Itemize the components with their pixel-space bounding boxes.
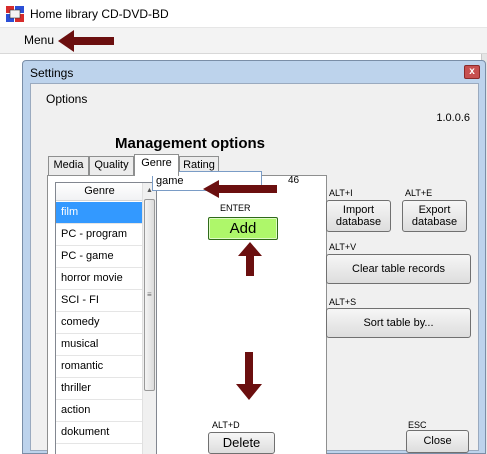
- clear-table-button[interactable]: Clear table records: [326, 254, 471, 284]
- genre-list[interactable]: Genre film PC - program PC - game horror…: [55, 182, 157, 454]
- dialog-titlebar[interactable]: Settings x: [23, 61, 485, 83]
- clear-hotkey-label: ALT+V: [329, 242, 357, 252]
- list-item[interactable]: comedy: [56, 312, 144, 334]
- app-titlebar: Home library CD-DVD-BD: [0, 0, 487, 28]
- app-logo-icon: [6, 6, 24, 22]
- export-button-label-line2: database: [411, 216, 458, 228]
- arrow-icon: [58, 30, 114, 52]
- arrow-icon: [238, 242, 262, 276]
- arrow-icon: [236, 352, 262, 400]
- genre-count: 46: [288, 175, 300, 186]
- sort-hotkey-label: ALT+S: [329, 297, 357, 307]
- add-button[interactable]: Add: [208, 217, 278, 240]
- list-scrollbar[interactable]: ▲ ≡: [142, 183, 156, 454]
- menu-item[interactable]: Menu: [22, 33, 56, 47]
- version-label: 1.0.0.6: [436, 112, 470, 124]
- list-item[interactable]: thriller: [56, 378, 144, 400]
- options-menu[interactable]: Options: [46, 92, 87, 106]
- tab-panel-genre: Genre film PC - program PC - game horror…: [47, 175, 327, 454]
- list-item[interactable]: PC - game: [56, 246, 144, 268]
- section-title: Management options: [115, 135, 266, 152]
- close-button[interactable]: Close: [406, 430, 469, 453]
- list-item[interactable]: musical: [56, 334, 144, 356]
- sort-table-button[interactable]: Sort table by...: [326, 308, 471, 338]
- list-item[interactable]: film: [56, 202, 144, 224]
- export-button-label-line1: Export: [418, 204, 451, 216]
- list-item[interactable]: dokument: [56, 422, 144, 444]
- genre-rows: film PC - program PC - game horror movie…: [56, 202, 144, 444]
- close-icon[interactable]: x: [464, 65, 480, 79]
- close-hotkey-label: ESC: [408, 420, 427, 430]
- dialog-title: Settings: [30, 66, 74, 80]
- list-item[interactable]: romantic: [56, 356, 144, 378]
- export-database-button[interactable]: Export database: [402, 200, 467, 232]
- tab-media[interactable]: Media: [48, 156, 89, 175]
- list-item[interactable]: PC - program: [56, 224, 144, 246]
- grip-icon: ≡: [147, 290, 152, 299]
- arrow-icon: [203, 180, 277, 198]
- import-button-label-line2: database: [335, 216, 382, 228]
- export-hotkey-label: ALT+E: [405, 188, 433, 198]
- list-item[interactable]: SCI - FI: [56, 290, 144, 312]
- app-title: Home library CD-DVD-BD: [30, 7, 169, 21]
- scroll-thumb[interactable]: ≡: [144, 199, 155, 391]
- import-database-button[interactable]: Import database: [326, 200, 391, 232]
- enter-hotkey-label: ENTER: [220, 203, 251, 213]
- list-item[interactable]: action: [56, 400, 144, 422]
- import-button-label-line1: Import: [342, 204, 375, 216]
- import-hotkey-label: ALT+I: [329, 188, 353, 198]
- list-item[interactable]: horror movie: [56, 268, 144, 290]
- delete-hotkey-label: ALT+D: [212, 420, 240, 430]
- delete-button[interactable]: Delete: [208, 432, 275, 454]
- genre-column-header[interactable]: Genre: [56, 183, 144, 201]
- tab-quality[interactable]: Quality: [89, 156, 134, 175]
- tab-genre[interactable]: Genre: [134, 154, 179, 176]
